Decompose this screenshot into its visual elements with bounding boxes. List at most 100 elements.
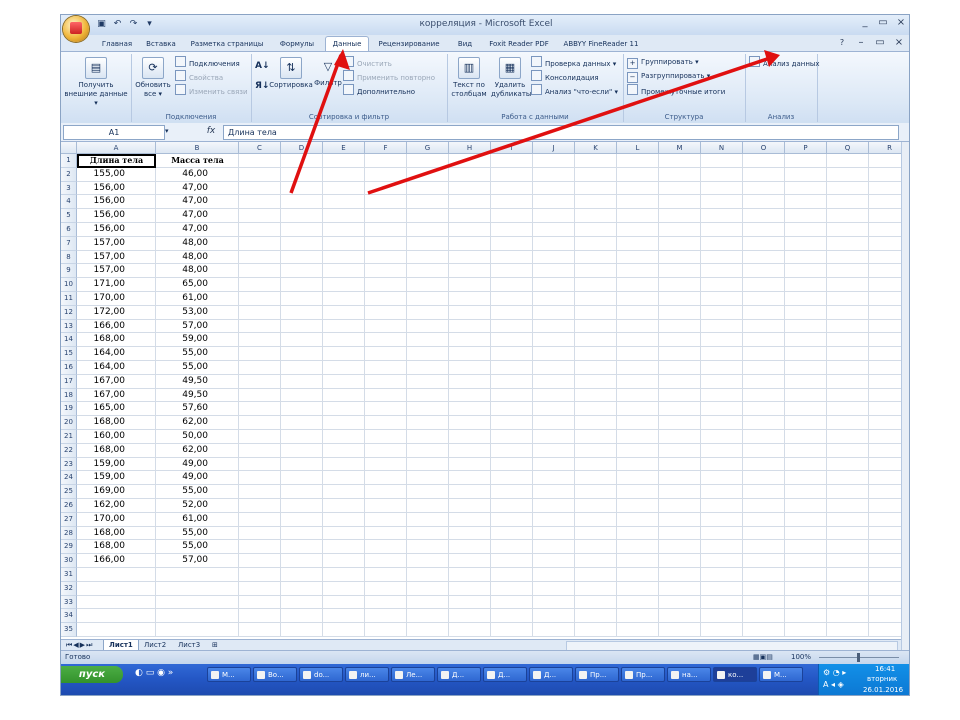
language-icon[interactable]: A ◂ ◈ (823, 680, 844, 689)
table-cell[interactable]: 157,00 (77, 237, 128, 251)
table-cell[interactable]: 55,00 (156, 361, 211, 375)
name-box-dropdown-icon[interactable]: ▾ (165, 127, 169, 135)
row-header[interactable]: 13 (61, 319, 77, 334)
table-cell[interactable]: 167,00 (77, 375, 128, 389)
reapply-button[interactable]: Применить повторно (343, 70, 435, 82)
taskbar-item[interactable]: Д... (437, 667, 481, 682)
doc-restore-button[interactable]: ▭ (874, 37, 886, 49)
close-button[interactable]: × (895, 17, 907, 29)
ungroup-button[interactable]: − Разгруппировать ▾ (627, 70, 710, 83)
row-header[interactable]: 22 (61, 443, 77, 458)
column-header-a[interactable]: A (77, 142, 156, 154)
minimize-button[interactable]: _ (859, 17, 871, 29)
table-cell[interactable]: 57,60 (156, 402, 211, 416)
taskbar-item[interactable]: Д... (529, 667, 573, 682)
row-header[interactable]: 2 (61, 167, 77, 182)
row-header[interactable]: 20 (61, 416, 77, 430)
taskbar-item[interactable]: М... (207, 667, 251, 682)
column-header-j[interactable]: J (533, 142, 575, 154)
taskbar-item[interactable]: Пр... (575, 667, 619, 682)
column-header-n[interactable]: N (701, 142, 743, 154)
table-cell[interactable]: 57,00 (156, 554, 211, 568)
table-cell[interactable]: 157,00 (77, 251, 128, 265)
table-cell[interactable]: 61,00 (156, 292, 211, 306)
tab-abbyy[interactable]: ABBYY FineReader 11 (559, 37, 643, 51)
sort-button[interactable]: ⇅ Сортировка (269, 57, 313, 90)
tab-page-layout[interactable]: Разметка страницы (185, 37, 269, 51)
row-header[interactable]: 27 (61, 512, 77, 527)
table-cell[interactable]: 61,00 (156, 513, 211, 527)
tab-formulas[interactable]: Формулы (273, 37, 321, 51)
what-if-button[interactable]: Анализ "что-если" ▾ (531, 84, 618, 96)
tray-icons[interactable]: ⚙ ◔ ▸ (823, 668, 846, 677)
table-cell[interactable]: 48,00 (156, 251, 211, 265)
table-cell[interactable]: 62,00 (156, 444, 211, 458)
tab-data[interactable]: Данные (325, 36, 369, 52)
sort-az-icon[interactable]: A↓ (255, 60, 270, 72)
row-header[interactable]: 18 (61, 388, 77, 403)
table-cell[interactable]: 47,00 (156, 209, 211, 223)
row-header[interactable]: 28 (61, 526, 77, 541)
tab-insert[interactable]: Вставка (141, 37, 181, 51)
row-header[interactable]: 34 (61, 609, 77, 624)
redo-icon[interactable]: ↷ (127, 18, 140, 31)
vertical-scrollbar[interactable] (901, 142, 909, 650)
data-validation-button[interactable]: Проверка данных ▾ (531, 56, 616, 68)
start-button[interactable]: пуск (61, 666, 123, 683)
name-box[interactable]: A1 (63, 125, 165, 140)
undo-icon[interactable]: ↶ (111, 18, 124, 31)
tab-view[interactable]: Вид (451, 37, 479, 51)
table-cell[interactable]: 166,00 (77, 554, 128, 568)
row-header[interactable]: 35 (61, 623, 77, 637)
row-header[interactable]: 11 (61, 292, 77, 306)
row-header[interactable]: 15 (61, 347, 77, 361)
row-header[interactable]: 29 (61, 540, 77, 555)
taskbar-item[interactable]: Пр... (621, 667, 665, 682)
table-cell[interactable]: 164,00 (77, 347, 128, 361)
zoom-slider-thumb[interactable] (857, 653, 860, 662)
zoom-level[interactable]: 100% (791, 653, 811, 661)
row-header[interactable]: 33 (61, 595, 77, 610)
consolidate-button[interactable]: Консолидация (531, 70, 599, 82)
table-cell[interactable]: 170,00 (77, 292, 128, 306)
connections-button[interactable]: Подключения (175, 56, 240, 68)
table-cell[interactable]: 164,00 (77, 361, 128, 375)
row-header[interactable]: 1 (61, 154, 77, 168)
taskbar-item[interactable]: на... (667, 667, 711, 682)
table-cell[interactable]: 55,00 (156, 485, 211, 499)
table-cell[interactable]: 50,00 (156, 430, 211, 444)
doc-close-button[interactable]: × (893, 37, 905, 49)
table-cell[interactable]: 156,00 (77, 195, 128, 209)
insert-function-button[interactable]: fx (201, 126, 221, 136)
table-cell[interactable]: 168,00 (77, 416, 128, 430)
spreadsheet-grid[interactable]: A B C D E F G H I J K L M N O P Q R 1 2 3 4 5 6 7 8 9 10 11 12 13 14 15 1… (61, 142, 901, 639)
table-cell[interactable]: 159,00 (77, 458, 128, 472)
table-cell[interactable]: 53,00 (156, 306, 211, 320)
row-header[interactable]: 25 (61, 485, 77, 499)
table-cell[interactable]: 49,00 (156, 458, 211, 472)
table-cell[interactable]: 47,00 (156, 195, 211, 209)
table-cell[interactable]: 48,00 (156, 264, 211, 278)
taskbar-item[interactable]: Во... (253, 667, 297, 682)
table-cell[interactable]: 168,00 (77, 333, 128, 347)
row-header[interactable]: 6 (61, 223, 77, 237)
table-cell[interactable]: 47,00 (156, 182, 211, 196)
data-analysis-button[interactable]: Анализ данных (749, 56, 820, 68)
table-cell[interactable]: 156,00 (77, 223, 128, 237)
save-icon[interactable]: ▣ (95, 18, 108, 31)
column-header-g[interactable]: G (407, 142, 449, 154)
table-cell[interactable]: 159,00 (77, 471, 128, 485)
table-cell[interactable]: 57,00 (156, 320, 211, 334)
tab-foxit[interactable]: Foxit Reader PDF (483, 37, 555, 51)
row-header[interactable]: 14 (61, 333, 77, 348)
column-header-m[interactable]: M (659, 142, 701, 154)
column-header-q[interactable]: Q (827, 142, 869, 154)
row-header[interactable]: 12 (61, 305, 77, 320)
row-header[interactable]: 17 (61, 374, 77, 389)
refresh-all-button[interactable]: ⟳ Обновить все ▾ (133, 57, 173, 99)
table-cell[interactable]: 165,00 (77, 402, 128, 416)
column-header-r[interactable]: R (869, 142, 901, 154)
taskbar-item[interactable]: ко... (713, 667, 757, 682)
table-cell[interactable]: 62,00 (156, 416, 211, 430)
cell-a1-header[interactable]: Длина тела (77, 154, 156, 168)
